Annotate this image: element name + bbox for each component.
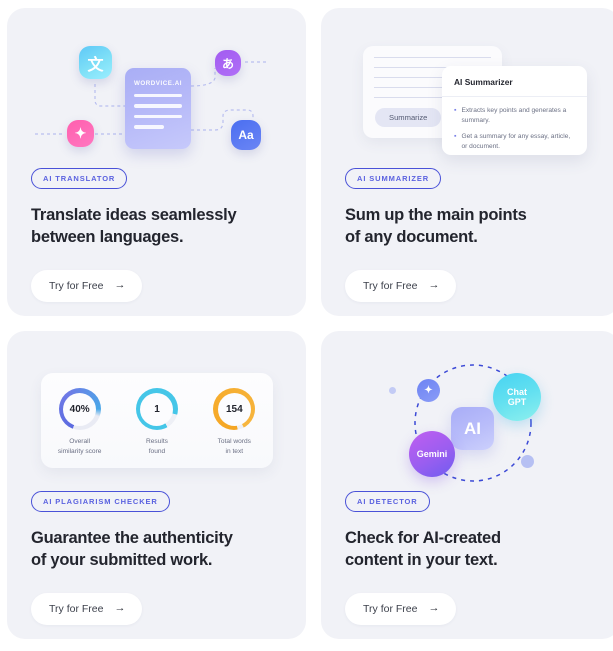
card-headline: Guarantee the authenticity of your submi… — [31, 529, 233, 569]
badge-ai-plagiarism-checker: AI PLAGIARISM CHECKER — [31, 491, 170, 512]
decorative-dot — [389, 387, 396, 394]
document-line — [134, 114, 182, 119]
document-line — [134, 125, 164, 129]
text-line — [374, 57, 491, 58]
arrow-right-icon: → — [114, 279, 126, 292]
bullet-icon: ▪ — [454, 132, 457, 140]
summarizer-bullet-list: ▪ Extracts key points and generates a su… — [442, 97, 587, 152]
try-for-free-button[interactable]: Try for Free → — [31, 592, 143, 625]
arrow-right-icon: → — [428, 279, 440, 292]
gemini-bubble: Gemini — [409, 431, 455, 477]
stat-total-words: 154 Total words in text — [199, 388, 269, 457]
summarizer-panel: AI Summarizer ▪ Extracts key points and … — [442, 66, 587, 155]
latin-letters-icon: Aa — [231, 120, 261, 150]
cta-label: Try for Free — [363, 279, 418, 292]
donut-value: 1 — [140, 392, 174, 426]
plagiarism-stats-panel: 40% Overall similarity score 1 Results f… — [41, 373, 273, 468]
donut-value: 154 — [217, 392, 251, 426]
summarize-button[interactable]: Summarize — [375, 108, 442, 127]
ai-center-tile: AI — [451, 407, 494, 450]
donut-value: 40% — [63, 392, 97, 426]
badge-ai-translator: AI TRANSLATOR — [31, 168, 128, 189]
card-ai-summarizer[interactable]: Summarize AI Summarizer ▪ Extracts key p… — [321, 8, 613, 316]
card-ai-translator[interactable]: WORDVICE.AI 文 あ ✦ Aa AI TRANSLATOR Trans… — [7, 8, 306, 316]
list-item: ▪ Get a summary for any essay, article, … — [454, 132, 577, 152]
detector-illustration: ✦ Chat GPT AI Gemini — [321, 331, 613, 491]
card-headline: Sum up the main points of any document. — [345, 206, 527, 246]
try-for-free-button[interactable]: Try for Free → — [31, 269, 143, 302]
document-illustration: WORDVICE.AI — [125, 68, 191, 149]
summarizer-illustration: Summarize AI Summarizer ▪ Extracts key p… — [321, 8, 613, 168]
document-title: WORDVICE.AI — [134, 80, 182, 87]
badge-ai-detector: AI DETECTOR — [345, 491, 430, 512]
chatgpt-bubble: Chat GPT — [493, 373, 541, 421]
summarizer-panel-title: AI Summarizer — [442, 66, 587, 97]
cta-label: Try for Free — [363, 602, 418, 615]
donut-chart-words: 154 — [213, 388, 256, 430]
stat-caption: Total words in text — [217, 438, 251, 455]
translator-illustration: WORDVICE.AI 文 あ ✦ Aa — [7, 8, 306, 168]
card-ai-detector[interactable]: ✦ Chat GPT AI Gemini AI DETECTOR Check f… — [321, 331, 613, 639]
arrow-right-icon: → — [114, 602, 126, 615]
bullet-text: Extracts key points and generates a summ… — [461, 107, 567, 124]
stat-caption: Overall similarity score — [57, 438, 102, 455]
list-item: ▪ Extracts key points and generates a su… — [454, 106, 577, 126]
card-ai-plagiarism-checker[interactable]: 40% Overall similarity score 1 Results f… — [7, 331, 306, 639]
document-line — [134, 94, 182, 98]
stat-results-found: 1 Results found — [122, 388, 192, 457]
decorative-dot — [521, 455, 534, 468]
donut-chart-similarity: 40% — [58, 388, 101, 430]
chinese-character-icon: 文 — [79, 46, 112, 79]
japanese-character-icon: あ — [215, 50, 241, 76]
plagiarism-illustration: 40% Overall similarity score 1 Results f… — [7, 331, 306, 491]
sparkle-icon: ✦ — [67, 120, 94, 147]
feature-card-grid: WORDVICE.AI 文 あ ✦ Aa AI TRANSLATOR Trans… — [0, 0, 613, 647]
card-headline: Translate ideas seamlessly between langu… — [31, 206, 237, 246]
arrow-right-icon: → — [428, 602, 440, 615]
bullet-icon: ▪ — [454, 107, 457, 114]
cta-label: Try for Free — [49, 602, 104, 615]
try-for-free-button[interactable]: Try for Free → — [345, 592, 457, 625]
stat-overall-similarity: 40% Overall similarity score — [45, 388, 115, 457]
sparkle-bubble: ✦ — [417, 379, 440, 402]
donut-chart-results: 1 — [135, 388, 178, 430]
stat-caption: Results found — [145, 438, 168, 455]
cta-label: Try for Free — [49, 279, 104, 292]
card-headline: Check for AI-created content in your tex… — [345, 529, 501, 569]
document-line — [134, 104, 182, 108]
badge-ai-summarizer: AI SUMMARIZER — [345, 168, 442, 189]
bullet-text: Get a summary for any essay, article, or… — [461, 132, 571, 150]
try-for-free-button[interactable]: Try for Free → — [345, 269, 457, 302]
